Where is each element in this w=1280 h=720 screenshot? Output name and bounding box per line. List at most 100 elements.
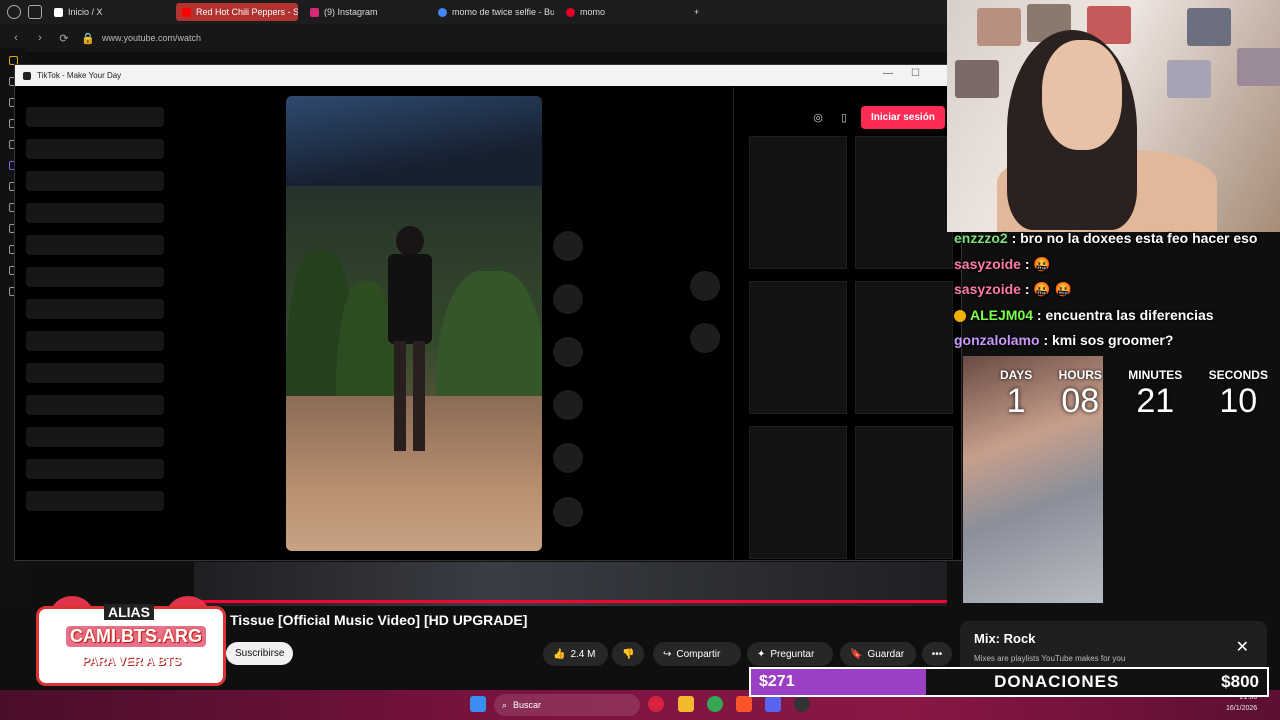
chat-message: sasyzoide : 🤬 🤬 (947, 277, 1280, 303)
save-button[interactable]: 🔖 Guardar (840, 642, 916, 666)
chat-message: sasyzoide : 🤬 (947, 252, 1280, 278)
like-count: 2.4 M (570, 648, 596, 660)
skeleton-item (26, 107, 164, 127)
night-sky (286, 96, 542, 186)
alias-caption: PARA VER A BTS (82, 654, 182, 668)
taskbar-search[interactable]: ⌕ Buscar (494, 694, 640, 716)
donation-current: $271 (759, 673, 795, 690)
login-button[interactable]: Iniciar sesión (861, 106, 945, 129)
dislike-button[interactable]: 👎 (612, 642, 644, 666)
video-title: Tissue [Official Music Video] [HD UPGRAD… (230, 612, 528, 628)
chat-username: enzzzo2 (954, 230, 1008, 246)
chat-text: : kmi sos groomer? (1039, 332, 1174, 348)
tab-instagram[interactable]: (9) Instagram (304, 3, 426, 21)
address-bar: ‹ › ⟳ 🔒 www.youtube.com/watch (0, 24, 947, 52)
tab-x[interactable]: Inicio / X (48, 3, 170, 21)
tiktok-titlebar: TikTok - Make Your Day — ☐ (15, 65, 961, 86)
ask-button[interactable]: ✦ Preguntar (747, 642, 833, 666)
obs-icon[interactable] (794, 696, 810, 712)
countdown-label: DAYS (1000, 368, 1033, 382)
skeleton-item (26, 491, 164, 511)
reload-icon[interactable]: ⟳ (56, 32, 72, 45)
url-field[interactable]: www.youtube.com/watch (102, 33, 201, 43)
grid-card[interactable] (855, 136, 953, 269)
countdown-label: MINUTES (1128, 368, 1183, 382)
grid-card[interactable] (749, 136, 847, 269)
maximize-icon[interactable]: ☐ (911, 68, 920, 79)
countdown-value: 1 (1006, 382, 1026, 420)
skeleton-item (26, 395, 164, 415)
more-button[interactable]: ••• (922, 642, 952, 666)
brave-icon[interactable] (736, 696, 752, 712)
tab-pinterest[interactable]: momo (560, 3, 682, 21)
share-button[interactable]: ↪ Compartir (653, 642, 741, 666)
grid-card[interactable] (855, 281, 953, 414)
control-dot[interactable] (553, 337, 583, 367)
youtube-progress-bar[interactable] (194, 600, 947, 603)
tab-label: momo (580, 7, 606, 17)
control-dot[interactable] (690, 323, 720, 353)
skeleton-item (26, 459, 164, 479)
more-icon: ••• (931, 648, 943, 660)
workspace-icon[interactable] (28, 5, 42, 19)
countdown-timer: DAYS 1 HOURS 08 MINUTES 21 SECONDS 10 (1000, 368, 1268, 420)
chrome-icon[interactable] (707, 696, 723, 712)
compass-icon[interactable]: ◎ (809, 109, 827, 127)
grid-card[interactable] (855, 426, 953, 559)
skeleton-item (26, 267, 164, 287)
browser-menu-icon[interactable] (7, 5, 21, 19)
streamer-face (1042, 40, 1122, 150)
chat-text: : encuentra las diferencias (1033, 306, 1214, 323)
grid-card[interactable] (749, 281, 847, 414)
plus-icon: + (694, 7, 700, 17)
control-dot[interactable] (553, 443, 583, 473)
skeleton-item (26, 427, 164, 447)
app-icon[interactable] (765, 696, 781, 712)
chat-message: enzzzo2 : bro no la doxees esta feo hace… (947, 226, 1280, 252)
badge-icon (954, 309, 966, 322)
alias-sticker: ALIAS CAMI.BTS.ARG PARA VER A BTS (36, 596, 226, 692)
control-dot[interactable] (553, 284, 583, 314)
new-tab-button[interactable]: + (688, 3, 705, 21)
grid-card[interactable] (749, 426, 847, 559)
opera-icon[interactable] (648, 696, 664, 712)
folder-icon[interactable] (678, 696, 694, 712)
subscribe-button[interactable]: Suscribirse (226, 642, 294, 665)
donation-progress-fill: $271 (751, 669, 927, 695)
windows-start-icon[interactable] (470, 696, 486, 712)
countdown-value: 21 (1136, 382, 1175, 420)
webcam-feed (947, 0, 1280, 232)
forward-icon[interactable]: › (32, 32, 48, 44)
tab-google[interactable]: momo de twice selfie - Bu (432, 3, 554, 21)
youtube-icon (182, 7, 191, 17)
close-icon[interactable]: ✕ (1236, 637, 1249, 657)
countdown-hours: HOURS 08 (1059, 368, 1102, 420)
control-dot[interactable] (553, 390, 583, 420)
like-button[interactable]: 👍 2.4 M (543, 642, 608, 666)
ask-label: Preguntar (770, 648, 815, 660)
skeleton-item (26, 235, 164, 255)
donation-goal: $800 (1221, 672, 1259, 691)
minimize-icon[interactable]: — (883, 68, 893, 79)
control-dot[interactable] (553, 497, 583, 527)
control-dot[interactable] (553, 231, 583, 261)
wall-poster (977, 8, 1021, 46)
tiktok-header-actions: ◎ ▯ Iniciar sesión (809, 106, 945, 129)
google-icon (438, 7, 447, 17)
tab-label: Red Hot Chili Peppers - S (196, 7, 298, 17)
save-label: Guardar (867, 648, 905, 660)
mix-card[interactable]: Mix: Rock Mixes are playlists YouTube ma… (960, 621, 1267, 671)
tab-youtube[interactable]: Red Hot Chili Peppers - S (176, 3, 298, 21)
back-icon[interactable]: ‹ (8, 32, 24, 44)
skeleton-item (26, 299, 164, 319)
alias-label: ALIAS (104, 604, 154, 620)
phone-icon[interactable]: ▯ (835, 109, 853, 127)
donation-goal-bar: $271 DONACIONES $800 (749, 667, 1269, 697)
stream-chat: enzzzo2 : bro no la doxees esta feo hace… (947, 226, 1280, 356)
tiktok-video[interactable] (286, 96, 542, 551)
divider (733, 87, 734, 561)
chat-text: : bro no la doxees esta feo hacer eso (1007, 230, 1258, 246)
tab-label: (9) Instagram (324, 7, 378, 17)
control-dot[interactable] (690, 271, 720, 301)
bookmark-icon: 🔖 (850, 648, 863, 660)
